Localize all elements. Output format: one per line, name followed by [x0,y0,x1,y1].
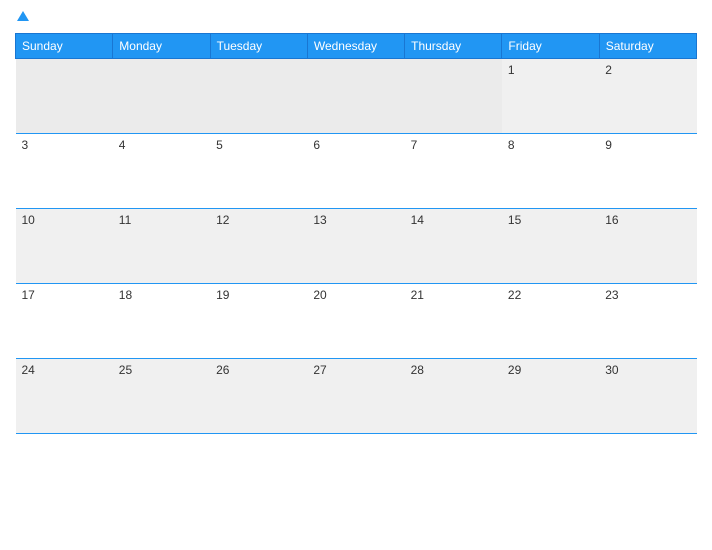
day-number: 29 [508,363,521,377]
weekday-header-sunday: Sunday [16,34,113,59]
calendar-cell: 15 [502,209,599,284]
calendar-cell: 16 [599,209,696,284]
weekday-header-tuesday: Tuesday [210,34,307,59]
day-number: 18 [119,288,132,302]
day-number: 2 [605,63,612,77]
day-number: 13 [313,213,326,227]
calendar-cell: 4 [113,134,210,209]
week-row-3: 10 11 12 13 14 15 16 [16,209,697,284]
day-number: 21 [411,288,424,302]
calendar-cell: 20 [307,284,404,359]
day-number: 8 [508,138,515,152]
calendar-cell: 26 [210,359,307,434]
calendar-cell: 13 [307,209,404,284]
calendar-cell: 3 [16,134,113,209]
weekday-header-wednesday: Wednesday [307,34,404,59]
day-number: 16 [605,213,618,227]
calendar-cell: 24 [16,359,113,434]
day-number: 26 [216,363,229,377]
calendar-cell: 5 [210,134,307,209]
logo-triangle-icon [17,11,29,21]
calendar-cell: 29 [502,359,599,434]
calendar-table: SundayMondayTuesdayWednesdayThursdayFrid… [15,33,697,434]
day-number: 5 [216,138,223,152]
calendar-cell: 10 [16,209,113,284]
calendar-cell: 28 [405,359,502,434]
day-number: 30 [605,363,618,377]
calendar-cell [16,59,113,134]
calendar-cell: 19 [210,284,307,359]
day-number: 28 [411,363,424,377]
weekday-header-thursday: Thursday [405,34,502,59]
calendar-header [15,10,697,25]
day-number: 3 [22,138,29,152]
calendar-cell: 22 [502,284,599,359]
calendar-cell: 9 [599,134,696,209]
calendar-cell: 11 [113,209,210,284]
weekday-header-row: SundayMondayTuesdayWednesdayThursdayFrid… [16,34,697,59]
calendar-cell: 14 [405,209,502,284]
day-number: 6 [313,138,320,152]
day-number: 15 [508,213,521,227]
calendar-cell: 21 [405,284,502,359]
day-number: 19 [216,288,229,302]
day-number: 25 [119,363,132,377]
day-number: 7 [411,138,418,152]
weekday-header-saturday: Saturday [599,34,696,59]
calendar-cell: 8 [502,134,599,209]
calendar-cell: 17 [16,284,113,359]
day-number: 20 [313,288,326,302]
week-row-5: 24 25 26 27 28 29 30 [16,359,697,434]
day-number: 23 [605,288,618,302]
calendar-cell [113,59,210,134]
day-number: 11 [119,213,131,227]
weekday-header-friday: Friday [502,34,599,59]
day-number: 12 [216,213,229,227]
day-number: 4 [119,138,126,152]
calendar-cell: 27 [307,359,404,434]
logo-blue-text [15,10,29,25]
calendar-cell: 30 [599,359,696,434]
day-number: 17 [22,288,35,302]
calendar-cell [210,59,307,134]
calendar-cell: 23 [599,284,696,359]
calendar-cell: 6 [307,134,404,209]
week-row-2: 3 4 5 6 7 8 9 [16,134,697,209]
calendar-cell [405,59,502,134]
day-number: 27 [313,363,326,377]
day-number: 9 [605,138,612,152]
week-row-4: 17 18 19 20 21 22 23 [16,284,697,359]
weekday-header-monday: Monday [113,34,210,59]
day-number: 22 [508,288,521,302]
calendar-cell: 25 [113,359,210,434]
calendar-cell: 1 [502,59,599,134]
calendar-cell: 18 [113,284,210,359]
calendar-cell: 12 [210,209,307,284]
logo [15,10,29,25]
week-row-1: 12 [16,59,697,134]
calendar-cell [307,59,404,134]
calendar-cell: 7 [405,134,502,209]
day-number: 10 [22,213,35,227]
calendar-cell: 2 [599,59,696,134]
calendar-container: SundayMondayTuesdayWednesdayThursdayFrid… [0,0,712,550]
day-number: 14 [411,213,424,227]
day-number: 1 [508,63,515,77]
day-number: 24 [22,363,35,377]
